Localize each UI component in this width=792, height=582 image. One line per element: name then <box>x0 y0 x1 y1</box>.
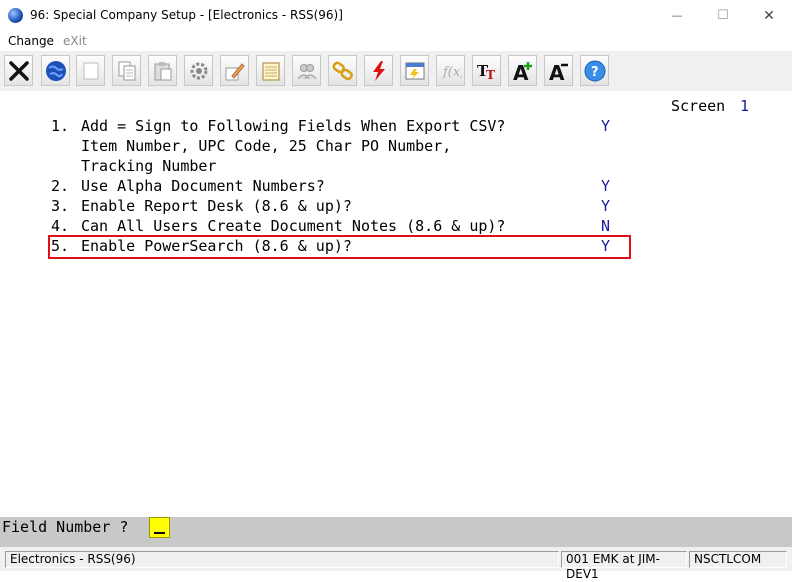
menu-change[interactable]: Change <box>8 34 54 48</box>
function-icon[interactable]: f(x) <box>436 55 465 86</box>
globe-icon[interactable] <box>41 55 70 86</box>
paste-icon[interactable] <box>148 55 177 86</box>
option-1-detail-line-1: Item Number, UPC Code, 25 Char PO Number… <box>81 137 452 155</box>
option-5-label: Enable PowerSearch (8.6 & up)? <box>81 237 352 255</box>
toolbar: f(x) TT A A ? <box>0 51 792 92</box>
screen-number: 1 <box>740 97 750 115</box>
users-icon[interactable] <box>292 55 321 86</box>
maximize-button[interactable]: ☐ <box>700 0 746 31</box>
option-2-number: 2. <box>51 177 70 195</box>
field-number-prompt: Field Number ? <box>2 518 129 536</box>
status-server: NSCTLCOM <box>689 551 787 568</box>
option-2-value[interactable]: Y <box>601 177 610 195</box>
svg-text:T: T <box>486 68 495 82</box>
svg-text:?: ? <box>591 65 599 80</box>
option-4-number: 4. <box>51 217 70 235</box>
calendar-icon[interactable] <box>400 55 429 86</box>
option-3-value[interactable]: Y <box>601 197 610 215</box>
field-number-bar: Field Number ? <box>0 517 792 547</box>
app-globe-icon <box>8 8 23 23</box>
option-5-number: 5. <box>51 237 70 255</box>
copy-icon[interactable] <box>112 55 141 86</box>
close-button[interactable]: ✕ <box>746 0 792 31</box>
option-1-number: 1. <box>51 117 70 135</box>
option-1-value[interactable]: Y <box>601 117 610 135</box>
setup-screen: Screen 1 1. Add = Sign to Following Fiel… <box>0 91 792 517</box>
help-icon[interactable]: ? <box>580 55 609 86</box>
font-decrease-icon[interactable]: A <box>544 55 573 86</box>
settings-gear-icon[interactable] <box>184 55 213 86</box>
link-chain-icon[interactable] <box>328 55 357 86</box>
option-1-detail-line-2: Tracking Number <box>81 157 217 175</box>
close-x-icon[interactable] <box>4 55 33 86</box>
option-4-label: Can All Users Create Document Notes (8.6… <box>81 217 506 235</box>
minimize-button[interactable]: — <box>654 0 700 31</box>
font-tt-icon[interactable]: TT <box>472 55 501 86</box>
svg-text:A: A <box>513 61 529 83</box>
option-3-label: Enable Report Desk (8.6 & up)? <box>81 197 352 215</box>
window-title: 96: Special Company Setup - [Electronics… <box>30 8 343 22</box>
status-bar: Electronics - RSS(96) 001 EMK at JIM-DEV… <box>0 547 792 581</box>
option-3-number: 3. <box>51 197 70 215</box>
status-session: 001 EMK at JIM-DEV1 <box>561 551 687 581</box>
edit-pencil-icon[interactable] <box>220 55 249 86</box>
font-increase-icon[interactable]: A <box>508 55 537 86</box>
field-number-input[interactable] <box>149 517 170 538</box>
screen-label: Screen <box>671 97 726 115</box>
option-1-label: Add = Sign to Following Fields When Expo… <box>81 117 506 135</box>
status-company: Electronics - RSS(96) <box>5 551 559 568</box>
notepad-icon[interactable] <box>256 55 285 86</box>
option-5-value[interactable]: Y <box>601 237 610 255</box>
option-2-label: Use Alpha Document Numbers? <box>81 177 325 195</box>
blank-icon[interactable] <box>76 55 105 86</box>
svg-text:f(x): f(x) <box>442 65 462 80</box>
title-bar: 96: Special Company Setup - [Electronics… <box>0 0 792 31</box>
option-4-value[interactable]: N <box>601 217 610 235</box>
menu-bar: Change eXit <box>0 31 792 51</box>
lightning-icon[interactable] <box>364 55 393 86</box>
text-cursor <box>154 532 165 534</box>
menu-exit[interactable]: eXit <box>63 34 87 48</box>
